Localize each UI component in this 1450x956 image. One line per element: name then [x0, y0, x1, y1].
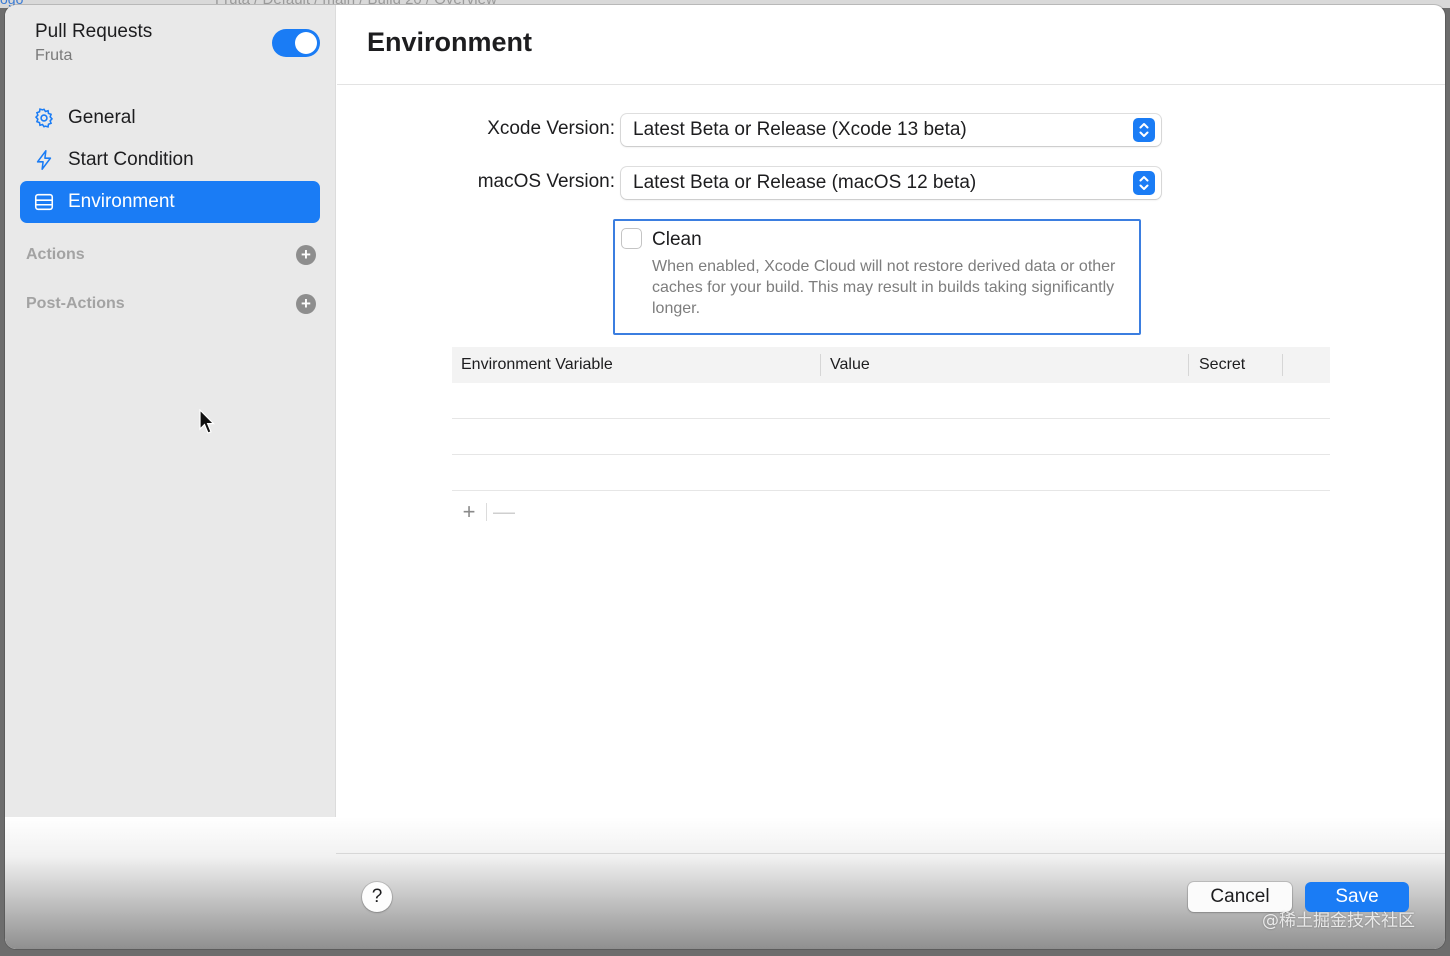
page-title: Environment — [367, 27, 533, 57]
sidebar: Pull Requests Fruta General Start Condit… — [5, 5, 336, 949]
column-header-environment-variable[interactable]: Environment Variable — [461, 356, 613, 374]
sidebar-section-actions: Actions + — [26, 243, 316, 267]
clean-description: When enabled, Xcode Cloud will not resto… — [652, 258, 1116, 317]
footer-divider — [336, 853, 1445, 854]
table-header: Environment Variable Value Secret — [452, 347, 1330, 383]
table-row[interactable] — [452, 383, 1330, 419]
add-post-action-plus-icon[interactable]: + — [296, 294, 316, 314]
sidebar-item-general[interactable]: General — [20, 97, 320, 139]
workflow-title: Pull Requests — [35, 21, 153, 42]
add-variable-button[interactable]: + — [452, 499, 486, 524]
table-row[interactable] — [452, 419, 1330, 455]
macos-version-label: macOS Version: — [477, 171, 615, 192]
clean-label: Clean — [652, 229, 702, 250]
clean-option-group: Clean When enabled, Xcode Cloud will not… — [613, 219, 1141, 335]
column-header-value[interactable]: Value — [830, 356, 870, 374]
workflow-subtitle: Fruta — [35, 47, 73, 64]
table-row[interactable] — [452, 455, 1330, 491]
remove-variable-button[interactable]: — — [487, 499, 521, 524]
sidebar-item-label: Environment — [68, 191, 175, 212]
environment-variables-table: Environment Variable Value Secret — [452, 347, 1330, 491]
xcode-version-popup[interactable]: Latest Beta or Release (Xcode 13 beta) — [621, 114, 1161, 146]
header-divider — [337, 84, 1445, 85]
chevron-up-down-icon — [1133, 118, 1155, 142]
server-icon — [20, 191, 68, 213]
xcode-version-value: Latest Beta or Release (Xcode 13 beta) — [633, 119, 967, 140]
table-controls: + — — [452, 499, 521, 524]
section-label: Actions — [26, 246, 85, 263]
workflow-enabled-toggle[interactable] — [272, 29, 320, 57]
sidebar-item-start-condition[interactable]: Start Condition — [20, 139, 320, 181]
sidebar-item-label: Start Condition — [68, 149, 194, 170]
chevron-up-down-icon — [1133, 171, 1155, 195]
sidebar-item-environment[interactable]: Environment — [20, 181, 320, 223]
column-separator — [1282, 354, 1283, 376]
column-separator — [820, 354, 821, 376]
workflow-editor-sheet: Pull Requests Fruta General Start Condit… — [5, 5, 1445, 949]
xcode-version-label: Xcode Version: — [487, 118, 615, 139]
column-separator — [1188, 354, 1189, 376]
gear-icon — [20, 107, 68, 129]
column-header-secret[interactable]: Secret — [1199, 356, 1245, 374]
main-panel: Environment Xcode Version: Latest Beta o… — [337, 5, 1445, 949]
help-button[interactable]: ? — [362, 882, 392, 912]
sidebar-item-label: General — [68, 107, 136, 128]
macos-version-value: Latest Beta or Release (macOS 12 beta) — [633, 172, 977, 193]
macos-version-popup[interactable]: Latest Beta or Release (macOS 12 beta) — [621, 167, 1161, 199]
toggle-knob — [295, 32, 317, 54]
bolt-icon — [20, 148, 68, 172]
section-label: Post-Actions — [26, 295, 125, 312]
mouse-pointer-icon — [199, 408, 215, 440]
watermark: @稀土掘金技术社区 — [1262, 911, 1415, 931]
clean-checkbox[interactable] — [621, 228, 642, 249]
add-action-plus-icon[interactable]: + — [296, 245, 316, 265]
sidebar-section-post-actions: Post-Actions + — [26, 292, 316, 316]
